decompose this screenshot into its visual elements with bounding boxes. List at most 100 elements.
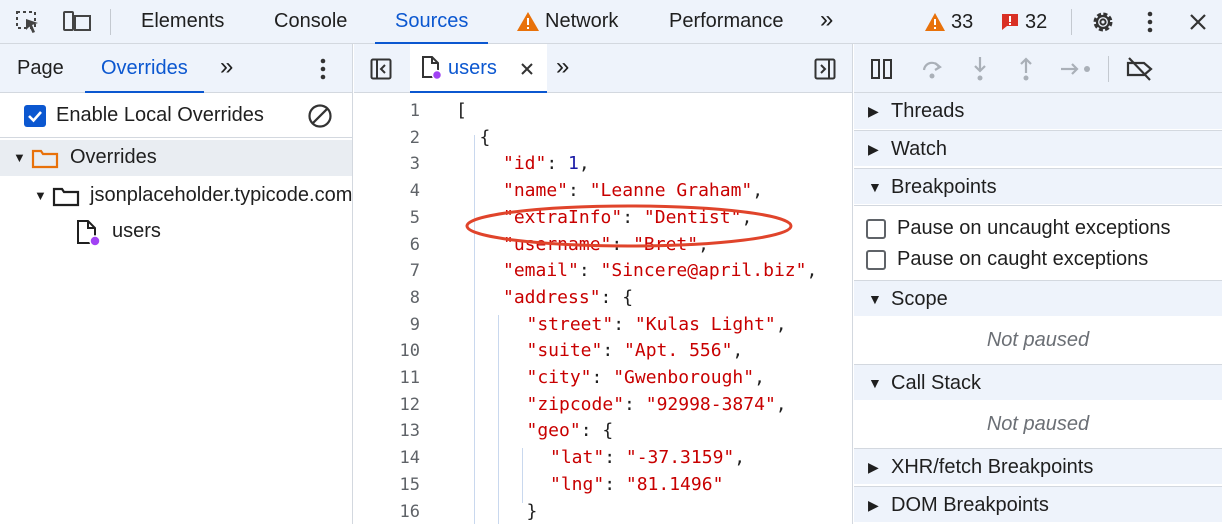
code-line: { — [479, 126, 491, 148]
expand-arrow-icon: ▶ — [868, 103, 879, 119]
section-watch[interactable]: ▶ Watch — [854, 130, 1222, 166]
json-punct: , — [775, 313, 787, 335]
line-number[interactable]: 11 — [354, 368, 420, 388]
step-over-icon[interactable] — [920, 57, 944, 81]
json-punct: , — [752, 180, 764, 202]
pause-caught-checkbox[interactable] — [866, 250, 886, 270]
tree-item-users-file[interactable]: users — [0, 214, 352, 250]
json-value: "Kulas Light" — [634, 313, 776, 335]
line-number[interactable]: 10 — [354, 341, 420, 361]
navigator-more-tabs-button[interactable]: » — [220, 44, 233, 93]
json-value: { — [602, 420, 614, 442]
tree-item-overrides[interactable]: ▼ Overrides — [0, 140, 352, 176]
code-line: "zipcode": "92998-3874", — [526, 393, 787, 415]
section-label: Scope — [891, 288, 948, 310]
code-area[interactable]: 1 [2 {3 "id": 1, 4 "name": "Leanne Graham", 5 "… — [354, 93, 852, 524]
line-number[interactable]: 1 — [354, 101, 420, 121]
pause-uncaught-label[interactable]: Pause on uncaught exceptions — [897, 217, 1171, 240]
close-tab-icon[interactable] — [519, 61, 535, 77]
line-number[interactable]: 3 — [354, 154, 420, 174]
tab-elements[interactable]: Elements — [141, 0, 224, 44]
clear-overrides-icon[interactable] — [307, 103, 333, 129]
line-number[interactable]: 15 — [354, 475, 420, 495]
line-number[interactable]: 12 — [354, 395, 420, 415]
tab-console[interactable]: Console — [274, 0, 347, 44]
deactivate-breakpoints-icon[interactable] — [1125, 56, 1155, 82]
editor-more-tabs-button[interactable]: » — [556, 44, 569, 93]
debugger-sidebar: ▶ Threads ▶ Watch ▼ Breakpoints Pause on… — [854, 44, 1222, 524]
enable-overrides-checkbox[interactable] — [24, 105, 46, 127]
tab-page[interactable]: Page — [17, 44, 64, 93]
warnings-count[interactable]: 33 — [951, 0, 973, 44]
code-line: "id": 1, — [503, 153, 590, 175]
code-line: [ — [456, 100, 467, 121]
settings-gear-icon[interactable] — [1090, 9, 1116, 35]
code-line: "name": "Leanne Graham", — [503, 180, 764, 202]
scope-status: Not paused — [986, 329, 1090, 351]
json-value: "Gwenborough" — [613, 367, 755, 388]
json-value: { — [622, 286, 634, 308]
editor-tab-label: users — [448, 57, 497, 79]
collapse-arrow-icon: ▼ — [868, 291, 882, 307]
step-into-icon[interactable] — [970, 55, 990, 83]
line-number[interactable]: 7 — [354, 261, 420, 281]
tab-performance[interactable]: Performance — [669, 0, 784, 44]
line-number[interactable]: 5 — [354, 208, 420, 228]
inspect-element-icon[interactable] — [15, 10, 41, 34]
code-line: } — [526, 500, 538, 522]
json-key: "lat" — [550, 447, 605, 469]
toggle-debugger-icon[interactable] — [814, 58, 836, 80]
expand-arrow-icon: ▶ — [868, 497, 879, 513]
json-value: "92998-3874" — [645, 393, 776, 415]
expand-arrow-icon[interactable]: ▼ — [13, 150, 26, 165]
pause-caught-label[interactable]: Pause on caught exceptions — [897, 248, 1148, 271]
line-number[interactable]: 9 — [354, 315, 420, 335]
indent-guide — [474, 135, 475, 524]
line-number[interactable]: 2 — [354, 128, 420, 148]
section-xhr-breakpoints[interactable]: ▶ XHR/fetch Breakpoints — [854, 448, 1222, 484]
editor-tabbar: users » — [354, 44, 852, 93]
section-label: Threads — [891, 100, 965, 122]
toggle-navigator-icon[interactable] — [370, 58, 392, 80]
issues-count[interactable]: 32 — [1025, 0, 1047, 44]
section-scope[interactable]: ▼ Scope — [854, 280, 1222, 316]
enable-overrides-label[interactable]: Enable Local Overrides — [56, 104, 264, 127]
tab-network[interactable]: Network — [545, 0, 618, 44]
section-call-stack[interactable]: ▼ Call Stack — [854, 364, 1222, 400]
step-out-icon[interactable] — [1016, 55, 1036, 83]
section-label: Breakpoints — [891, 176, 997, 198]
section-label: DOM Breakpoints — [891, 494, 1049, 516]
tree-item-domain[interactable]: ▼ jsonplaceholder.typicode.com — [0, 178, 352, 214]
line-number[interactable]: 4 — [354, 181, 420, 201]
line-number[interactable]: 6 — [354, 235, 420, 255]
debugger-toolbar — [854, 44, 1222, 93]
editor-tab-users[interactable]: users — [410, 44, 547, 93]
code-line: "street": "Kulas Light", — [526, 313, 787, 335]
warning-icon — [925, 13, 945, 31]
close-devtools-icon[interactable] — [1188, 12, 1208, 32]
section-breakpoints[interactable]: ▼ Breakpoints — [854, 168, 1222, 204]
tab-sources[interactable]: Sources — [374, 0, 489, 44]
more-options-icon[interactable] — [1145, 10, 1155, 34]
json-key: "geo" — [526, 420, 581, 442]
issues-icon — [1002, 14, 1018, 30]
json-key: "street" — [526, 313, 614, 335]
pause-uncaught-checkbox[interactable] — [866, 219, 886, 239]
json-key: "email" — [503, 260, 579, 282]
line-number[interactable]: 8 — [354, 288, 420, 308]
expand-arrow-icon[interactable]: ▼ — [34, 188, 47, 203]
device-toolbar-icon[interactable] — [62, 10, 92, 34]
line-number[interactable]: 13 — [354, 421, 420, 441]
navigator-menu-icon[interactable] — [318, 57, 328, 81]
line-number[interactable]: 14 — [354, 448, 420, 468]
tab-overrides[interactable]: Overrides — [85, 44, 204, 93]
section-dom-breakpoints[interactable]: ▶ DOM Breakpoints — [854, 486, 1222, 522]
more-tabs-button[interactable]: » — [820, 0, 833, 44]
json-key: "name" — [503, 180, 569, 202]
json-punct: , — [775, 393, 787, 415]
line-number[interactable]: 16 — [354, 502, 420, 522]
step-icon[interactable] — [1059, 59, 1095, 79]
pause-icon[interactable] — [870, 58, 894, 80]
section-threads[interactable]: ▶ Threads — [854, 93, 1222, 129]
code-line: "lat": "-37.3159", — [550, 447, 746, 469]
